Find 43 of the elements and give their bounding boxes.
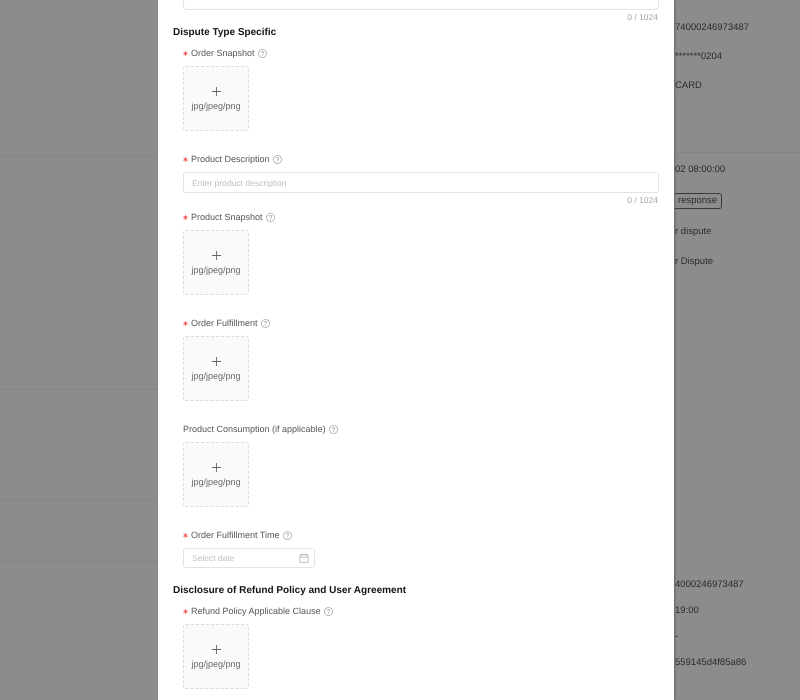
upload-button[interactable]: jpg/jpeg/png <box>183 442 249 507</box>
character-counter: 0 / 1024 <box>627 194 658 206</box>
help-icon[interactable] <box>258 48 267 58</box>
field-label: Order Fulfillment <box>191 317 258 330</box>
detail-value: 4000246973487 <box>675 578 744 592</box>
plus-icon <box>212 251 220 260</box>
plus-icon <box>212 357 220 366</box>
textarea-field[interactable] <box>183 0 659 10</box>
field-label: Product Snapshot <box>191 211 263 224</box>
detail-value: 19:00 <box>675 604 699 618</box>
section-title: Dispute Type Specific <box>173 26 276 40</box>
upload-button[interactable]: jpg/jpeg/png <box>183 66 249 131</box>
help-icon[interactable] <box>260 318 270 328</box>
help-icon[interactable] <box>328 424 338 434</box>
plus-icon <box>212 87 220 96</box>
detail-value: r dispute <box>675 225 712 239</box>
detail-value: CARD <box>675 79 702 93</box>
detail-value: r Dispute <box>675 255 714 269</box>
plus-icon <box>212 645 220 654</box>
detail-value: *******0204 <box>675 50 722 64</box>
field-label: Order Snapshot <box>191 47 255 60</box>
detail-value: 02 08:00:00 <box>675 163 726 177</box>
calendar-icon <box>299 553 309 563</box>
field-label: Order Fulfillment Time <box>191 529 280 542</box>
upload-button[interactable]: jpg/jpeg/png <box>183 336 249 401</box>
character-counter: 0 / 1024 <box>627 11 658 23</box>
field-label: Product Consumption (if applicable) <box>183 423 326 436</box>
help-icon[interactable] <box>282 530 292 540</box>
text-input[interactable]: Enter product description <box>183 172 659 193</box>
detail-value: - <box>675 630 678 644</box>
field-label: Product Description <box>191 153 270 166</box>
date-input[interactable]: Select date <box>183 548 315 568</box>
upload-button[interactable]: jpg/jpeg/png <box>183 230 249 295</box>
plus-icon <box>212 463 220 472</box>
detail-value: 74000246973487 <box>675 21 749 35</box>
response-button[interactable]: response <box>675 193 722 209</box>
section-title: Disclosure of Refund Policy and User Agreement <box>173 584 406 598</box>
help-icon[interactable] <box>272 154 282 164</box>
field-label: Refund Policy Applicable Clause <box>191 605 321 618</box>
help-icon[interactable] <box>266 212 275 222</box>
help-icon[interactable] <box>324 606 333 616</box>
detail-value: 559145d4f85a86 <box>675 656 746 670</box>
upload-button[interactable]: jpg/jpeg/png <box>183 624 249 689</box>
